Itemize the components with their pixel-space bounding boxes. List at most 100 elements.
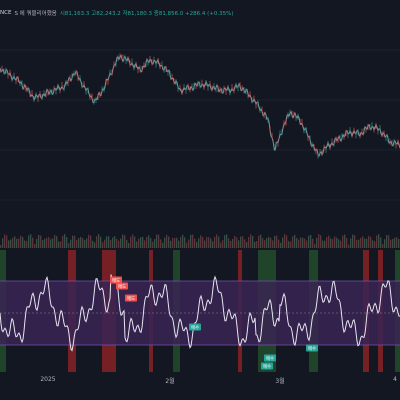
volume-bar <box>220 242 222 248</box>
volume-bar <box>56 236 58 248</box>
volume-bar <box>224 235 226 248</box>
volume-bar <box>112 237 114 248</box>
price-pane[interactable] <box>0 0 400 222</box>
volume-bar <box>366 238 368 248</box>
volume-bar <box>238 240 240 248</box>
volume-bar <box>134 236 136 248</box>
volume-bar <box>278 239 280 248</box>
volume-bar <box>262 238 264 248</box>
volume-bar <box>368 235 370 248</box>
volume-bar <box>0 245 2 248</box>
volume-bar <box>124 235 126 248</box>
buy-marker: 매수 <box>189 323 201 331</box>
time-axis[interactable]: 2025 2월 3월 4 <box>0 372 400 400</box>
legend-indicator: S 에 쿼블리어했음 <box>14 11 57 17</box>
marker-label: 매도 <box>118 283 126 290</box>
volume-bar <box>44 238 46 248</box>
volume-bar <box>358 239 360 248</box>
chart-canvas[interactable]: 매도매도매도매수매수매수매수 <box>0 0 400 400</box>
volume-bar <box>48 237 50 248</box>
volume-bar <box>198 238 200 248</box>
volume-bar <box>360 238 362 248</box>
volume-bar <box>376 235 378 248</box>
volume-bar <box>206 237 208 248</box>
volume-bar <box>308 235 310 248</box>
volume-bar <box>190 234 192 248</box>
volume-bar <box>268 236 270 248</box>
volume-bar <box>188 239 190 248</box>
volume-bar <box>116 238 118 248</box>
volume-bar <box>312 238 314 248</box>
volume-bar <box>16 238 18 248</box>
buy-marker: 매수 <box>261 362 273 370</box>
volume-bar <box>398 239 400 248</box>
volume-bar <box>64 234 66 248</box>
volume-bar <box>100 236 102 248</box>
volume-bar <box>338 239 340 248</box>
volume-bar <box>392 239 394 248</box>
volume-bar <box>194 238 196 248</box>
volume-bar <box>274 236 276 248</box>
volume-bar <box>234 236 236 248</box>
volume-bar <box>160 239 162 248</box>
volume-bar <box>108 236 110 248</box>
volume-bar <box>92 240 94 248</box>
volume-bar <box>256 241 258 248</box>
volume-bar <box>8 240 10 248</box>
volume-bar <box>114 236 116 248</box>
volume-bar <box>96 236 98 248</box>
volume-bar <box>272 240 274 248</box>
oscillator-pane[interactable]: 매도매도매도매수매수매수매수 <box>0 250 400 372</box>
legend-ohlc: 시81,163.3 고82,243.2 저81,180.3 종81,856.0 … <box>59 11 234 17</box>
volume-bar <box>218 236 220 248</box>
volume-bars <box>0 234 400 248</box>
volume-bar <box>260 234 262 248</box>
volume-bar <box>276 235 278 248</box>
volume-bar <box>150 238 152 248</box>
volume-bar <box>104 239 106 248</box>
volume-bar <box>396 237 398 248</box>
volume-bar <box>354 235 356 248</box>
volume-bar <box>2 238 4 248</box>
volume-bar <box>334 236 336 248</box>
volume-bar <box>66 237 68 248</box>
legend-symbol[interactable]: NCE <box>0 10 11 16</box>
volume-bar <box>210 238 212 248</box>
volume-bar <box>30 234 32 248</box>
volume-pane <box>0 234 400 248</box>
volume-bar <box>122 234 124 248</box>
volume-bar <box>254 241 256 248</box>
volume-bar <box>146 237 148 248</box>
volume-bar <box>130 236 132 248</box>
volume-bar <box>176 237 178 248</box>
x-tick-label: 2월 <box>165 378 175 385</box>
volume-bar <box>192 234 194 248</box>
volume-bar <box>310 234 312 248</box>
sell-marker: 매도 <box>116 282 128 290</box>
volume-bar <box>164 237 166 248</box>
volume-bar <box>374 241 376 248</box>
legend: NCE S 에 쿼블리어했음 시81,163.3 고82,243.2 저81,1… <box>0 7 234 19</box>
volume-bar <box>330 238 332 248</box>
volume-bar <box>384 239 386 248</box>
volume-bar <box>168 236 170 248</box>
volume-bar <box>332 239 334 248</box>
volume-bar <box>208 237 210 248</box>
volume-bar <box>326 237 328 248</box>
volume-bar <box>322 240 324 248</box>
volume-bar <box>144 240 146 248</box>
volume-bar <box>324 240 326 248</box>
price-pane-background <box>0 0 400 222</box>
volume-bar <box>284 234 286 248</box>
volume-bar <box>230 241 232 248</box>
volume-bar <box>314 243 316 248</box>
x-tick-label: 2025 <box>40 376 56 383</box>
volume-bar <box>388 235 390 248</box>
volume-bar <box>54 235 56 248</box>
volume-bar <box>346 238 348 248</box>
volume-bar <box>226 234 228 248</box>
volume-bar <box>320 235 322 248</box>
volume-bar <box>290 241 292 248</box>
buy-marker: 매수 <box>306 344 318 352</box>
volume-bar <box>140 237 142 248</box>
